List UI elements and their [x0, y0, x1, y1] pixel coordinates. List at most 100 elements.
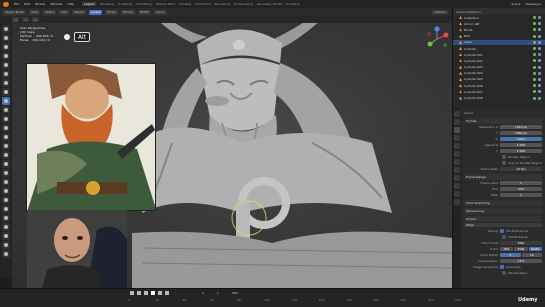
crop-checkbox[interactable]	[502, 161, 506, 165]
view-layer-tab-icon[interactable]	[454, 135, 460, 141]
eye-icon[interactable]	[538, 28, 541, 32]
visibility-toggles[interactable]	[533, 40, 545, 44]
brush-menu[interactable]: Brush	[105, 9, 119, 15]
multiplane-scrape-tool-icon[interactable]	[2, 142, 10, 150]
scene-selector[interactable]: Scene	[511, 2, 520, 6]
visibility-toggles[interactable]	[533, 90, 545, 94]
eye-icon[interactable]	[538, 34, 541, 38]
visibility-toggles[interactable]	[533, 47, 545, 51]
tab-animation[interactable]: Animation	[195, 2, 210, 6]
visibility-toggles[interactable]	[533, 22, 545, 26]
visibility-toggles[interactable]	[533, 65, 545, 69]
material-tab-icon[interactable]	[454, 199, 460, 205]
tab-geometry-nodes[interactable]: Geometry Nodes	[257, 2, 282, 6]
tab-rendering[interactable]: Rendering	[215, 2, 230, 6]
view-menu[interactable]: View	[28, 9, 41, 15]
start-frame-field[interactable]: 1	[217, 291, 219, 295]
visibility-toggles[interactable]	[533, 84, 545, 88]
nudge-tool-icon[interactable]	[2, 205, 10, 213]
menu-help[interactable]: Help	[67, 2, 74, 6]
aspect-y-field[interactable]: 1.000	[500, 148, 542, 154]
placeholders-checkbox[interactable]	[502, 271, 506, 275]
world-tab-icon[interactable]	[454, 151, 460, 157]
time-stretching-section[interactable]: Time Stretching	[464, 200, 542, 206]
visibility-toggles[interactable]	[533, 59, 545, 63]
strength-field[interactable]: ▭	[22, 17, 30, 22]
tab-sculpting[interactable]: Sculpting	[118, 2, 132, 6]
blob-tool-icon[interactable]	[2, 88, 10, 96]
navigation-gizmo[interactable]	[424, 26, 450, 52]
output-path-field[interactable]: /tmp\	[464, 222, 542, 228]
tab-modeling[interactable]: Modeling	[100, 2, 114, 6]
frame-step-field[interactable]: 1	[500, 192, 542, 198]
tab-uv-editing[interactable]: UV Editing	[136, 2, 152, 6]
render-region-checkbox[interactable]	[502, 155, 506, 159]
tab-texture-paint[interactable]: Texture Paint	[156, 2, 175, 6]
data-tab-icon[interactable]	[454, 191, 460, 197]
jump-start-icon[interactable]	[130, 290, 134, 295]
visibility-toggles[interactable]	[533, 77, 545, 81]
end-frame-field[interactable]: 250	[232, 291, 238, 295]
eye-icon[interactable]	[538, 65, 541, 69]
eye-icon[interactable]	[538, 22, 541, 26]
play-reverse-icon[interactable]	[144, 290, 148, 295]
visibility-toggles[interactable]	[533, 28, 545, 32]
output-tab-icon[interactable]	[454, 127, 460, 133]
res-y-field[interactable]: 1080 px	[500, 130, 542, 136]
menu-edit[interactable]: Edit	[24, 2, 30, 6]
reference-image[interactable]	[26, 63, 156, 211]
radius-field[interactable]: ◯	[12, 17, 20, 22]
aspect-x-field[interactable]: 1.000	[500, 142, 542, 148]
constraint-tab-icon[interactable]	[454, 183, 460, 189]
menu-file[interactable]: File	[14, 2, 19, 6]
clay-thumb-tool-icon[interactable]	[2, 61, 10, 69]
cursor-menu[interactable]: Cursor	[153, 9, 168, 15]
color-bw-button[interactable]: BW	[500, 246, 514, 252]
depth-16-button[interactable]: 16	[521, 252, 542, 258]
visibility-toggles[interactable]	[533, 96, 545, 100]
select-menu[interactable]: Select	[43, 9, 57, 15]
res-pct-field[interactable]: 100%	[500, 136, 542, 142]
eye-icon[interactable]	[538, 16, 541, 20]
thumb-tool-icon[interactable]	[2, 187, 10, 195]
visibility-toggles[interactable]	[533, 34, 545, 38]
rotate-tool-icon[interactable]	[2, 214, 10, 222]
layer-tool-icon[interactable]	[2, 70, 10, 78]
menu-window[interactable]: Window	[51, 2, 63, 6]
depth-8-button[interactable]: 8	[500, 252, 521, 258]
jump-end-icon[interactable]	[165, 290, 169, 295]
eye-icon[interactable]	[538, 71, 541, 75]
blender-logo-icon[interactable]	[3, 1, 9, 7]
crease-tool-icon[interactable]	[2, 97, 10, 105]
object-menu[interactable]: Object	[72, 9, 86, 15]
prev-keyframe-icon[interactable]	[137, 290, 141, 295]
frame-end-field[interactable]: 250	[500, 186, 542, 192]
frame-start-field[interactable]: 1	[500, 180, 542, 186]
eye-icon[interactable]	[538, 96, 541, 100]
clay-tool-icon[interactable]	[2, 43, 10, 51]
object-tab-icon[interactable]	[454, 159, 460, 165]
frame-rate-dropdown[interactable]: 24 fps	[500, 166, 542, 172]
eye-icon[interactable]	[538, 90, 541, 94]
fill-tool-icon[interactable]	[2, 124, 10, 132]
clay-strips-tool-icon[interactable]	[2, 52, 10, 60]
eye-icon[interactable]	[538, 59, 541, 63]
mask-tool-icon[interactable]	[2, 250, 10, 258]
file-extensions-checkbox[interactable]	[500, 229, 504, 233]
slide-relax-tool-icon[interactable]	[2, 223, 10, 231]
eye-icon[interactable]	[538, 84, 541, 88]
tool-tab-icon[interactable]	[454, 111, 460, 117]
draw-tool-icon[interactable]	[2, 25, 10, 33]
res-x-field[interactable]: 1920 px	[500, 124, 542, 130]
physics-tab-icon[interactable]	[454, 175, 460, 181]
current-frame-field[interactable]: 1	[202, 291, 204, 295]
tab-compositing[interactable]: Compositing	[234, 2, 253, 6]
mode-dropdown[interactable]: Object Mode	[3, 9, 26, 15]
snake-hook-tool-icon[interactable]	[2, 178, 10, 186]
file-format-dropdown[interactable]: PNG	[500, 240, 542, 246]
draw-sharp-tool-icon[interactable]	[2, 34, 10, 42]
color-rgb-button[interactable]: RGB	[514, 246, 528, 252]
smooth-tool-icon[interactable]	[2, 106, 10, 114]
visibility-toggles[interactable]	[533, 53, 545, 57]
tab-shading[interactable]: Shading	[179, 2, 191, 6]
